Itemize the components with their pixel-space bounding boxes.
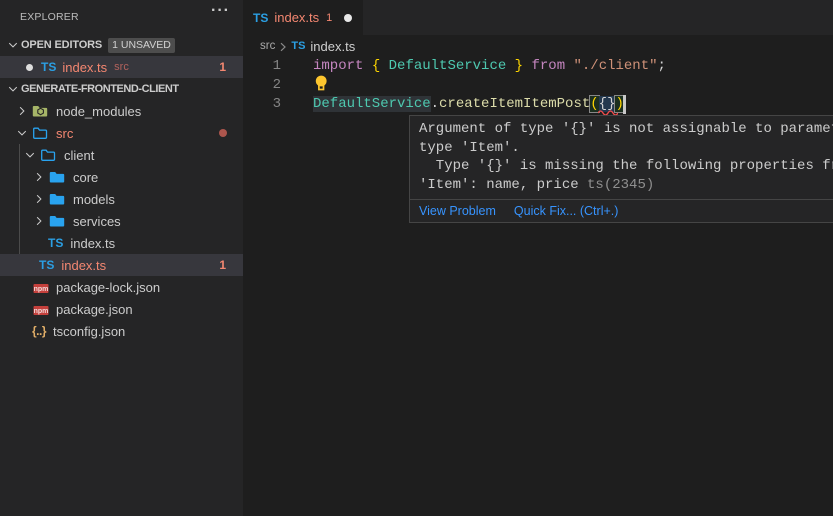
svg-text:npm: npm (34, 308, 49, 315)
svg-text:npm: npm (34, 286, 49, 293)
